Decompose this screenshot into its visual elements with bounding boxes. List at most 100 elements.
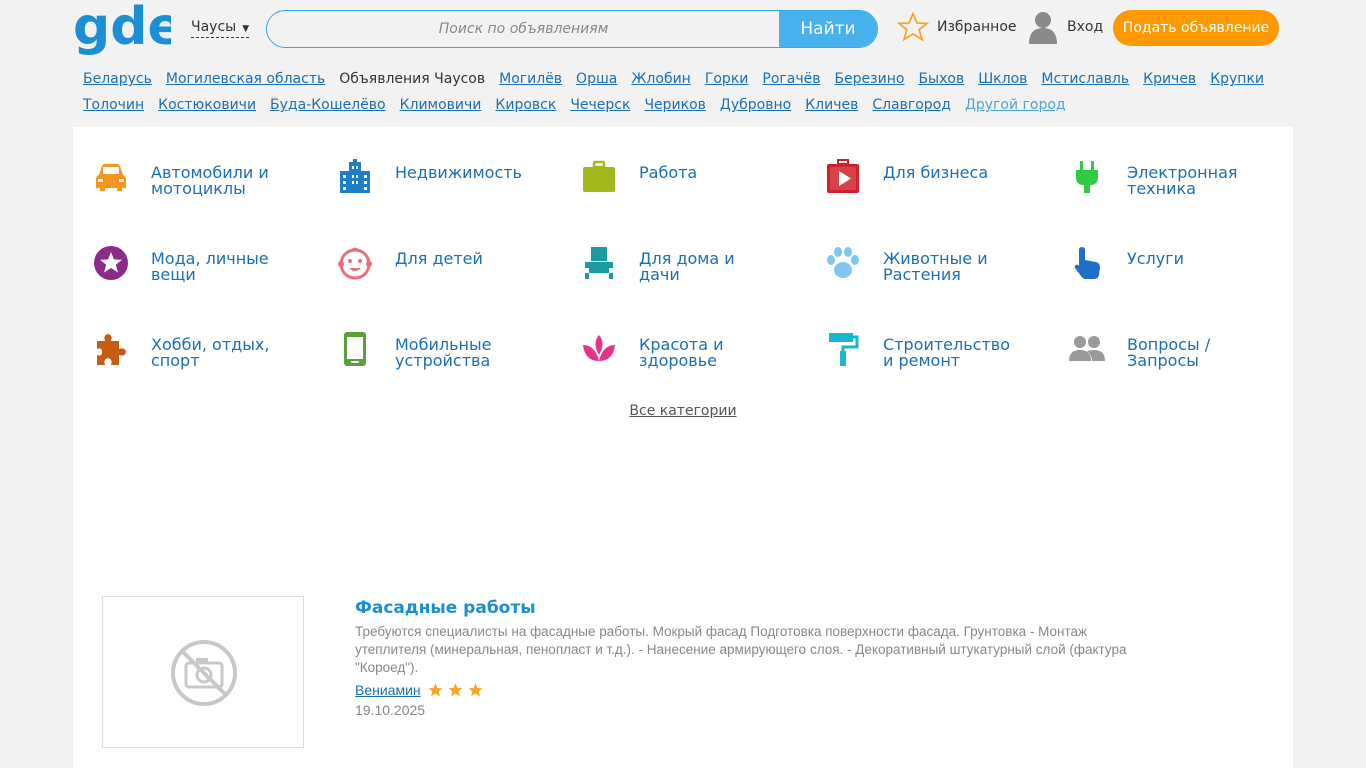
business-video-icon — [827, 159, 859, 193]
category-label: Электронная техника — [1127, 163, 1238, 198]
listing-author: Вениамин — [355, 682, 487, 698]
other-city-link[interactable]: Другой город — [965, 97, 1066, 113]
category-label: Для детей — [395, 249, 483, 268]
no-photo-icon — [171, 640, 237, 706]
category-services[interactable]: Услуги — [1049, 227, 1279, 287]
star-badge-icon — [94, 246, 128, 280]
logo-text: gde — [73, 2, 171, 56]
listing-description: Требуются специалисты на фасадные работы… — [355, 624, 1127, 675]
category-label: Автомобили и мотоциклы — [151, 163, 269, 198]
city-link-belarus[interactable]: Беларусь — [83, 71, 152, 87]
all-categories: Все категории — [73, 403, 1293, 419]
header: gde Чаусы ▼ Найти Избранное Вход Подать о… — [0, 0, 1366, 60]
city-link[interactable]: Крупки — [1210, 71, 1264, 87]
category-construction[interactable]: Строительство и ремонт — [805, 313, 1035, 373]
category-beauty[interactable]: Красота и здоровье — [561, 313, 791, 373]
category-mobile[interactable]: Мобильные устройства — [317, 313, 547, 373]
city-select[interactable]: Чаусы ▼ — [191, 19, 250, 38]
people-icon — [1069, 336, 1105, 361]
city-link[interactable]: Мстиславль — [1041, 71, 1129, 87]
category-animals[interactable]: Животные и Растения — [805, 227, 1035, 287]
gde-logo[interactable]: gde — [73, 2, 171, 56]
plug-icon — [1076, 161, 1098, 193]
category-label: Мобильные устройства — [395, 335, 492, 370]
category-jobs[interactable]: Работа — [561, 141, 791, 201]
search-bar: Найти — [266, 10, 878, 48]
current-city-label: Объявления Чаусов — [339, 71, 486, 87]
city-link[interactable]: Чериков — [644, 97, 705, 113]
favorites-link[interactable]: Избранное — [897, 10, 1017, 44]
listing-image[interactable] — [102, 596, 304, 748]
baby-face-icon — [338, 247, 372, 280]
city-link[interactable]: Чечерск — [570, 97, 630, 113]
category-label: Строительство и ремонт — [883, 335, 1010, 370]
city-link-region[interactable]: Могилевская область — [166, 71, 325, 87]
category-label: Услуги — [1127, 249, 1185, 268]
car-icon — [96, 164, 126, 191]
author-link[interactable]: Вениамин — [355, 682, 421, 698]
city-link[interactable]: Горки — [705, 71, 749, 87]
city-link[interactable]: Орша — [576, 71, 617, 87]
hand-pointer-icon — [1074, 247, 1100, 279]
city-link[interactable]: Шклов — [978, 71, 1027, 87]
category-electronics[interactable]: Электронная техника — [1049, 141, 1279, 201]
city-link[interactable]: Костюковичи — [158, 97, 256, 113]
city-link[interactable]: Славгород — [872, 97, 951, 113]
paint-roller-icon — [829, 333, 859, 366]
city-link[interactable]: Дубровно — [720, 97, 791, 113]
city-link[interactable]: Толочин — [83, 97, 144, 113]
chevron-down-icon: ▼ — [242, 24, 250, 34]
city-link[interactable]: Рогачёв — [762, 71, 820, 87]
listing-date: 19.10.2025 — [355, 702, 426, 718]
buildings-icon — [340, 159, 370, 193]
puzzle-icon — [97, 334, 126, 365]
city-link[interactable]: Могилёв — [499, 71, 562, 87]
category-label: Вопросы / Запросы — [1127, 335, 1211, 370]
city-link[interactable]: Жлобин — [631, 71, 690, 87]
city-link[interactable]: Климовичи — [400, 97, 482, 113]
category-business[interactable]: Для бизнеса — [805, 141, 1035, 201]
category-label: Мода, личные вещи — [151, 249, 269, 284]
category-realty[interactable]: Недвижимость — [317, 141, 547, 201]
category-label: Красота и здоровье — [639, 335, 724, 370]
search-button[interactable]: Найти — [779, 11, 877, 47]
star-outline-icon — [897, 11, 929, 42]
rating-star-icon — [428, 683, 443, 697]
all-categories-link[interactable]: Все категории — [629, 403, 736, 419]
city-link[interactable]: Быхов — [918, 71, 964, 87]
category-fashion[interactable]: Мода, личные вещи — [73, 227, 303, 287]
user-silhouette-icon — [1029, 12, 1057, 44]
category-cars[interactable]: Автомобили и мотоциклы — [73, 141, 303, 201]
city-link[interactable]: Березино — [834, 71, 904, 87]
city-link[interactable]: Кировск — [495, 97, 556, 113]
city-link[interactable]: Кличев — [805, 97, 858, 113]
category-label: Для бизнеса — [883, 163, 989, 182]
lotus-icon — [583, 335, 615, 361]
category-label: Работа — [639, 163, 698, 182]
city-links: Беларусь Могилевская область Объявления Ча… — [83, 66, 1283, 118]
rating-star-icon — [468, 683, 483, 697]
city-select-label: Чаусы — [191, 19, 237, 35]
login-link[interactable]: Вход — [1027, 10, 1103, 44]
favorites-label: Избранное — [937, 19, 1017, 35]
listing-title[interactable]: Фасадные работы — [355, 598, 536, 618]
city-link[interactable]: Кричев — [1143, 71, 1196, 87]
search-input[interactable] — [267, 11, 780, 47]
category-label: Для дома и дачи — [639, 249, 735, 284]
paw-icon — [827, 247, 859, 278]
mobile-phone-icon — [344, 332, 366, 366]
armchair-icon — [585, 247, 613, 279]
main-panel: Автомобили и мотоциклы Недвижимость Рабо… — [73, 127, 1293, 768]
category-questions[interactable]: Вопросы / Запросы — [1049, 313, 1279, 373]
category-hobby[interactable]: Хобби, отдых, спорт — [73, 313, 303, 373]
category-label: Хобби, отдых, спорт — [151, 335, 270, 370]
briefcase-icon — [583, 160, 615, 192]
category-kids[interactable]: Для детей — [317, 227, 547, 287]
post-ad-button[interactable]: Подать объявление — [1113, 10, 1279, 46]
category-home[interactable]: Для дома и дачи — [561, 227, 791, 287]
login-label: Вход — [1067, 19, 1104, 35]
rating-star-icon — [448, 683, 463, 697]
city-link[interactable]: Буда-Кошелёво — [270, 97, 386, 113]
category-label: Животные и Растения — [883, 249, 988, 284]
category-label: Недвижимость — [395, 163, 522, 182]
